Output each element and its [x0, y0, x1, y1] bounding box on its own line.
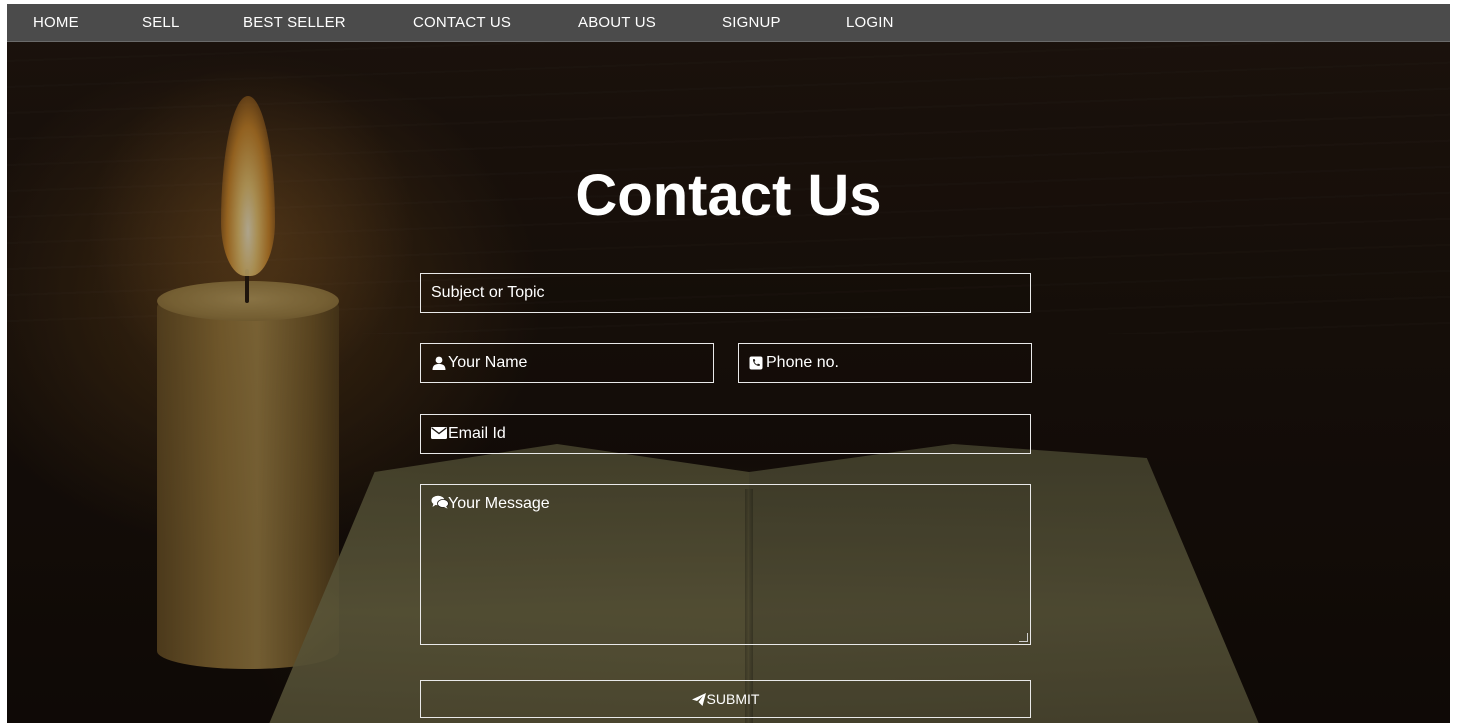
nav-sell[interactable]: SELL [142, 4, 180, 41]
nav-login[interactable]: LOGIN [846, 4, 894, 41]
name-input[interactable]: Your Name [420, 343, 714, 383]
subject-placeholder: Subject or Topic [431, 284, 545, 301]
name-placeholder: Your Name [448, 354, 528, 371]
nav-contact-us[interactable]: CONTACT US [413, 4, 511, 41]
nav-best-seller[interactable]: BEST SELLER [243, 4, 346, 41]
resize-handle[interactable] [1019, 633, 1028, 642]
email-placeholder: Email Id [448, 425, 506, 442]
page-title: Contact Us [575, 163, 882, 228]
nav-signup[interactable]: SIGNUP [722, 4, 781, 41]
user-icon [431, 356, 447, 370]
nav-about-us[interactable]: ABOUT US [578, 4, 656, 41]
submit-label: SUBMIT [706, 691, 760, 707]
message-textarea[interactable]: Your Message [420, 484, 1031, 645]
page-frame: HOME SELL BEST SELLER CONTACT US ABOUT U… [7, 4, 1450, 723]
phone-placeholder: Phone no. [766, 354, 839, 371]
envelope-icon [431, 427, 447, 441]
submit-button[interactable]: SUBMIT [420, 680, 1031, 718]
phone-icon [749, 356, 765, 370]
comments-icon [431, 495, 449, 509]
message-placeholder: Your Message [448, 495, 550, 512]
email-input[interactable]: Email Id [420, 414, 1031, 454]
paper-plane-icon [691, 692, 706, 706]
top-navbar: HOME SELL BEST SELLER CONTACT US ABOUT U… [7, 4, 1450, 42]
subject-input[interactable]: Subject or Topic [420, 273, 1031, 313]
nav-home[interactable]: HOME [33, 4, 79, 41]
phone-input[interactable]: Phone no. [738, 343, 1032, 383]
